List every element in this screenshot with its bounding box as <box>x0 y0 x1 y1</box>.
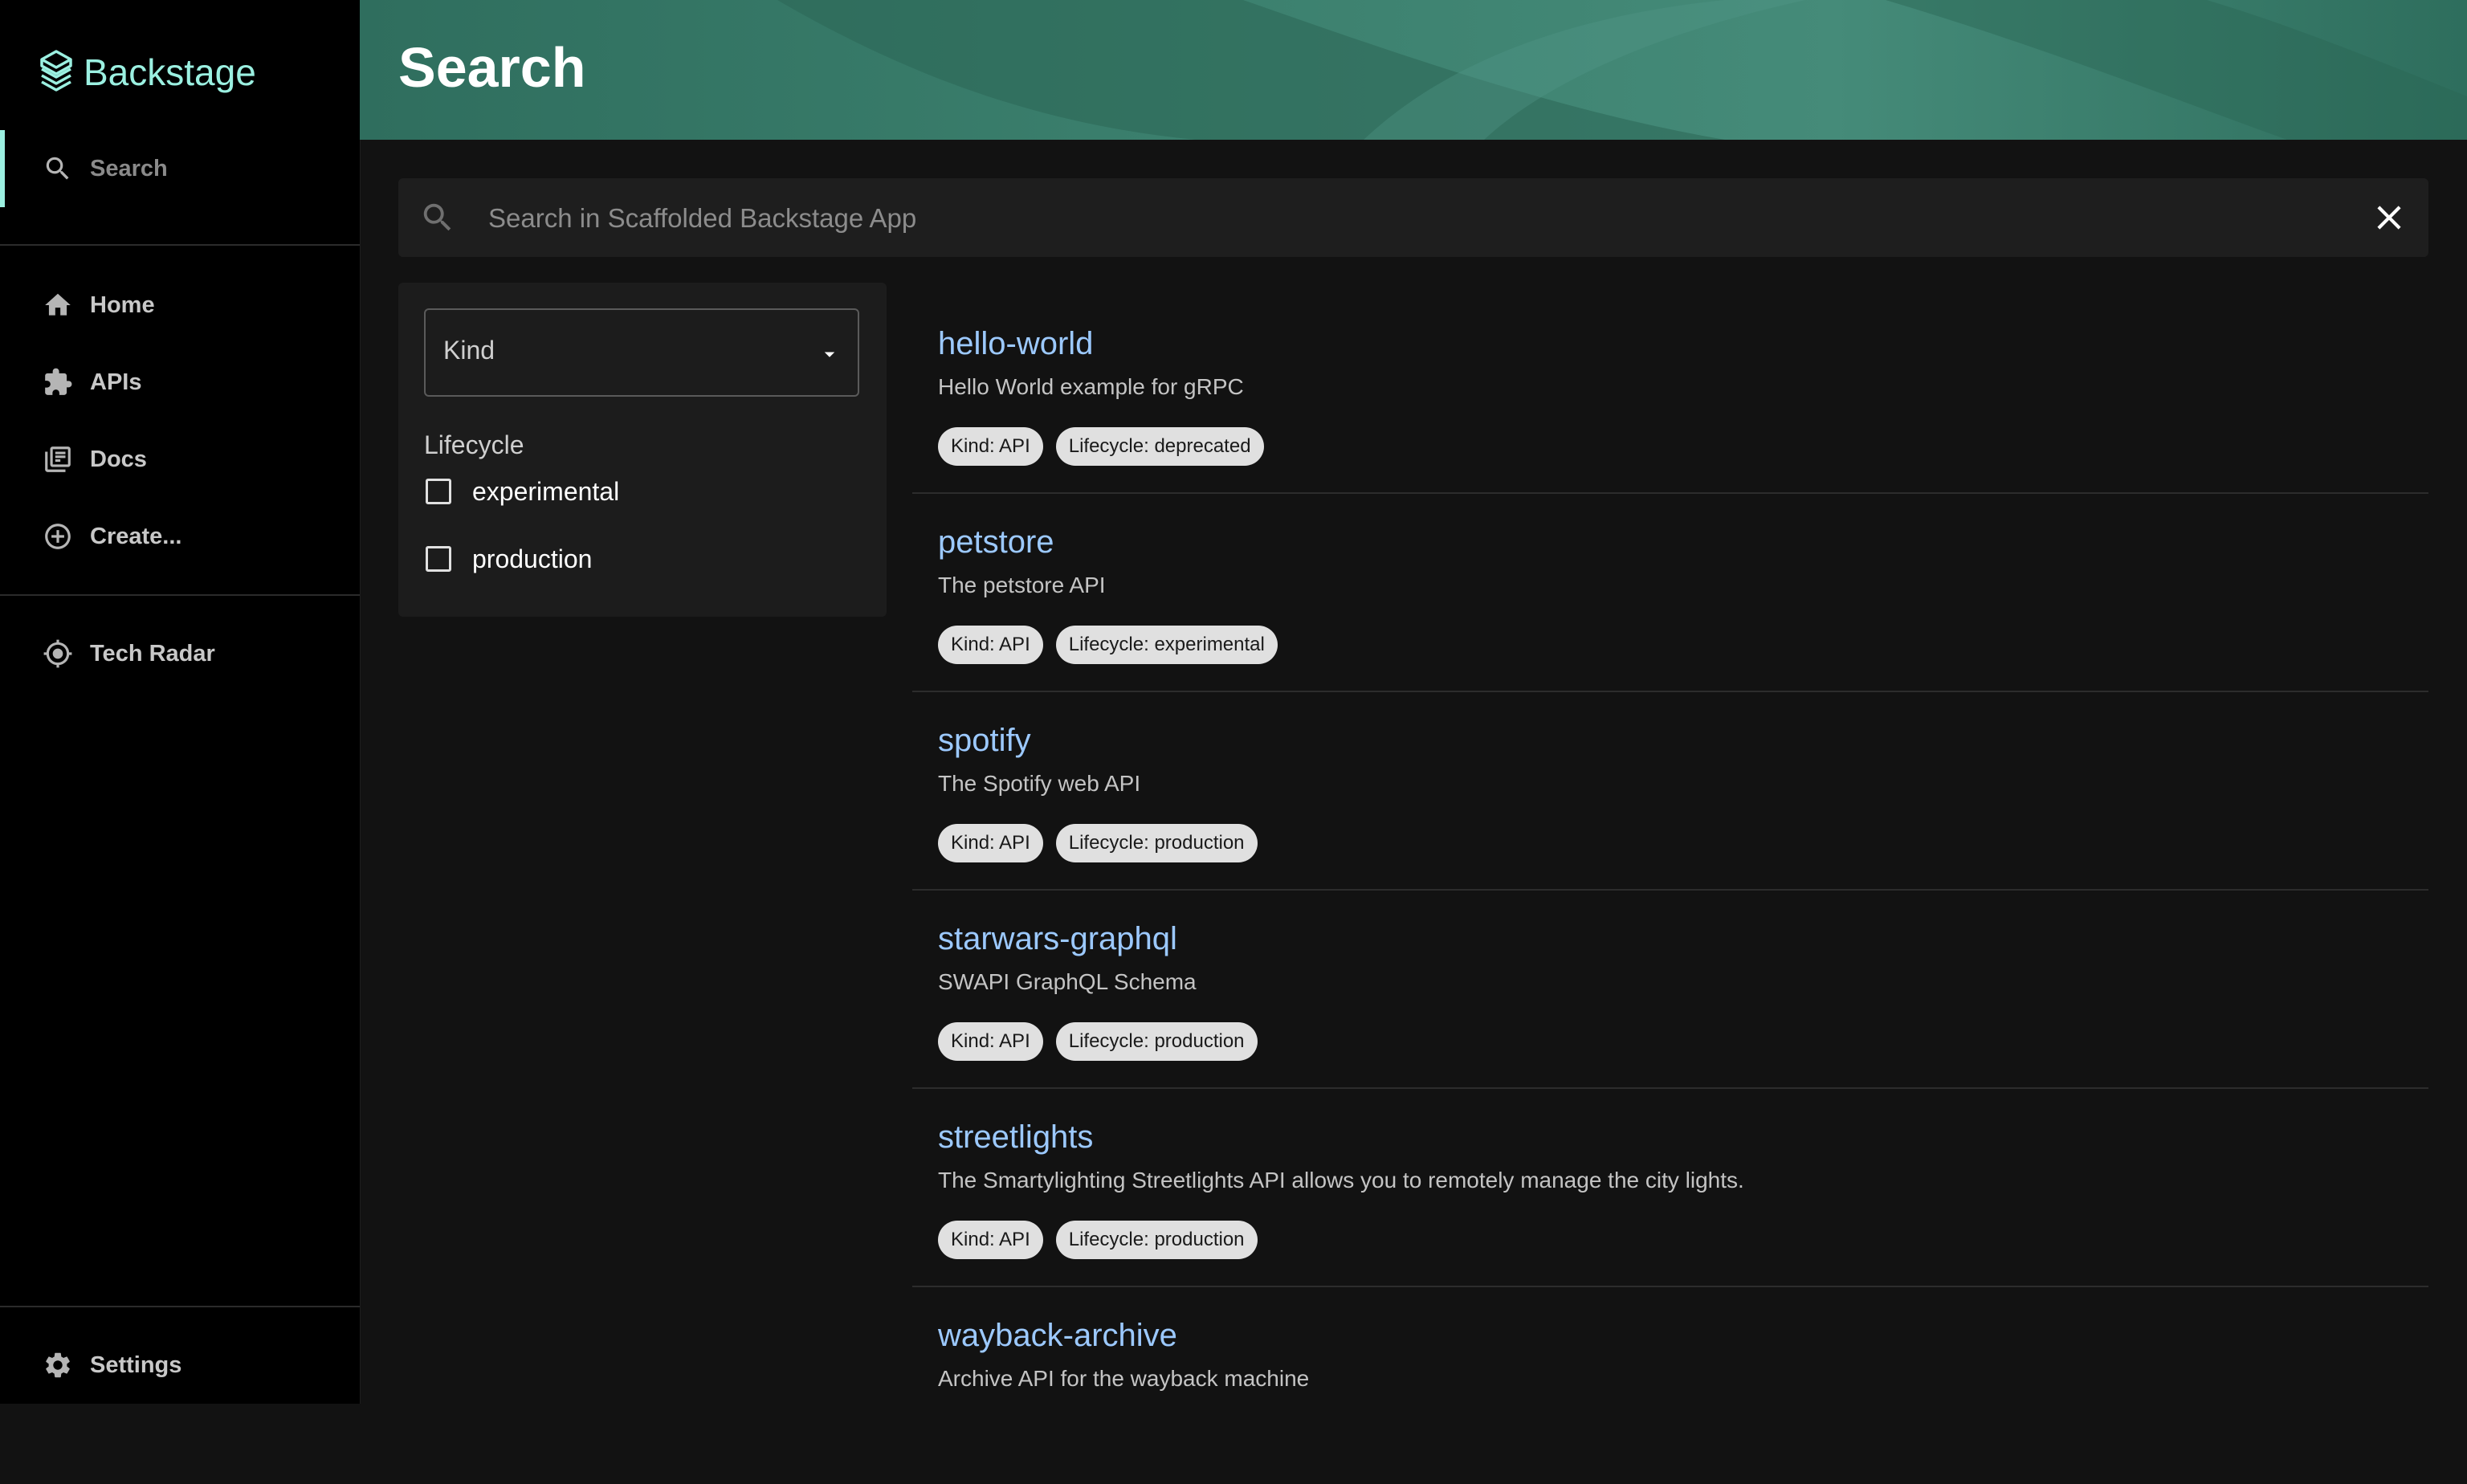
sidebar-item-label: Docs <box>90 446 147 472</box>
page-title: Search <box>398 36 586 99</box>
result-description: The Spotify web API <box>938 771 1141 796</box>
search-bar <box>398 178 2428 257</box>
lifecycle-filter-title: Lifecycle <box>424 430 524 459</box>
sidebar-divider <box>0 244 360 246</box>
active-indicator <box>0 130 5 207</box>
checkbox-label: experimental <box>472 476 620 506</box>
sidebar-item-label: APIs <box>90 369 142 395</box>
kind-chip: Kind: API <box>938 427 1043 466</box>
sidebar-item-label: Tech Radar <box>90 640 215 667</box>
result-description: The Smartylighting Streetlights API allo… <box>938 1168 1744 1192</box>
checkbox-label: production <box>472 544 593 573</box>
result-title-link[interactable]: streetlights <box>938 1119 1093 1156</box>
result-description: Hello World example for gRPC <box>938 374 1244 399</box>
checkbox[interactable] <box>426 479 451 504</box>
clear-search-button[interactable] <box>2369 198 2409 238</box>
library-books-icon <box>42 443 74 475</box>
sidebar-item-docs[interactable]: Docs <box>0 421 360 498</box>
lifecycle-checkbox-production[interactable]: production <box>424 535 592 583</box>
sidebar-divider <box>0 594 360 596</box>
radar-icon <box>42 638 74 670</box>
kind-chip: Kind: API <box>938 1221 1043 1259</box>
list-item: hello-world Hello World example for gRPC… <box>912 296 2428 494</box>
list-item: wayback-archive Archive API for the wayb… <box>912 1287 2428 1484</box>
sidebar: Backstage Search Home APIs Docs Create..… <box>0 0 361 1404</box>
kind-select-label: Kind <box>443 336 495 365</box>
lifecycle-chip: Lifecycle: production <box>1055 824 1258 862</box>
close-icon <box>2377 206 2401 230</box>
checkbox[interactable] <box>426 546 451 572</box>
result-description: SWAPI GraphQL Schema <box>938 969 1197 994</box>
lifecycle-chip: Lifecycle: production <box>1055 1022 1258 1061</box>
sidebar-item-tech-radar[interactable]: Tech Radar <box>0 615 360 692</box>
result-description: Archive API for the wayback machine <box>938 1366 1310 1391</box>
search-icon <box>419 199 456 236</box>
backstage-logo[interactable]: Backstage <box>37 47 256 98</box>
home-icon <box>42 289 74 321</box>
app-name: Backstage <box>84 51 256 93</box>
result-title-link[interactable]: starwars-graphql <box>938 921 1177 957</box>
sidebar-item-label: Create... <box>90 523 182 549</box>
result-title-link[interactable]: petstore <box>938 524 1054 561</box>
result-title-link[interactable]: hello-world <box>938 326 1093 362</box>
kind-chip: Kind: API <box>938 1022 1043 1061</box>
lifecycle-checkbox-experimental[interactable]: experimental <box>424 467 619 516</box>
lifecycle-chip: Lifecycle: production <box>1055 1221 1258 1259</box>
sidebar-item-label: Search <box>90 155 168 181</box>
header-wave-background <box>777 0 2467 140</box>
search-input[interactable] <box>487 193 2257 244</box>
kind-select[interactable]: Kind <box>424 308 859 397</box>
sidebar-item-apis[interactable]: APIs <box>0 344 360 421</box>
sidebar-item-home[interactable]: Home <box>0 267 360 344</box>
sidebar-divider <box>0 1306 360 1307</box>
sidebar-item-create[interactable]: Create... <box>0 498 360 575</box>
sidebar-item-search[interactable]: Search <box>0 130 360 207</box>
list-item: streetlights The Smartylighting Streetli… <box>912 1089 2428 1287</box>
result-description: The petstore API <box>938 573 1106 597</box>
lifecycle-chip: Lifecycle: experimental <box>1055 626 1278 664</box>
search-results-list: hello-world Hello World example for gRPC… <box>912 296 2428 1484</box>
list-item: starwars-graphql SWAPI GraphQL Schema Ki… <box>912 891 2428 1089</box>
sidebar-item-label: Settings <box>90 1352 182 1378</box>
result-title-link[interactable]: wayback-archive <box>938 1318 1177 1354</box>
result-title-link[interactable]: spotify <box>938 723 1031 759</box>
add-circle-icon <box>42 520 74 552</box>
list-item: spotify The Spotify web API Kind: API Li… <box>912 692 2428 891</box>
backstage-logo-icon <box>40 50 72 92</box>
kind-chip: Kind: API <box>938 626 1043 664</box>
arrow-drop-down-icon <box>818 342 842 366</box>
kind-chip: Kind: API <box>938 824 1043 862</box>
list-item: petstore The petstore API Kind: API Life… <box>912 494 2428 692</box>
lifecycle-chip: Lifecycle: deprecated <box>1055 427 1264 466</box>
sidebar-item-label: Home <box>90 292 155 318</box>
page-header: Search <box>360 0 2467 140</box>
puzzle-icon <box>42 366 74 398</box>
sidebar-item-settings[interactable]: Settings <box>0 1327 360 1404</box>
search-icon <box>42 153 74 185</box>
gear-icon <box>42 1349 74 1381</box>
